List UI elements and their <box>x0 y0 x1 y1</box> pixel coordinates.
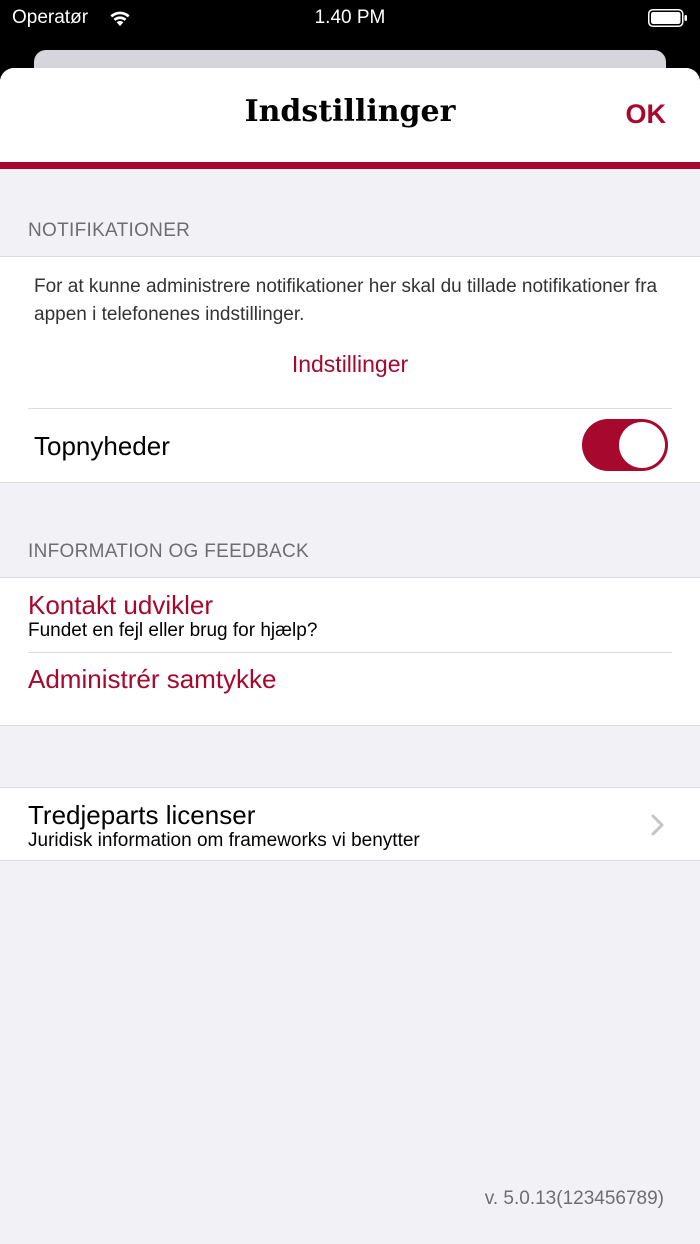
clock: 1.40 PM <box>314 7 386 28</box>
divider <box>28 408 672 409</box>
contact-developer-subtitle: Fundet en fejl eller brug for hjælp? <box>28 620 318 641</box>
settings-sheet: Indstillinger OK NOTIFIKATIONER For at k… <box>0 68 700 1244</box>
top-news-label: Topnyheder <box>34 431 170 461</box>
section-header-notifications: NOTIFIKATIONER <box>28 220 191 241</box>
status-bar: Operatør 1.40 PM <box>0 0 700 40</box>
ok-button[interactable]: OK <box>626 99 667 130</box>
chevron-right-icon <box>651 814 664 836</box>
section-header-info-feedback: INFORMATION OG FEEDBACK <box>28 541 310 562</box>
page-title: Indstillinger <box>244 94 456 129</box>
info-feedback-group: Kontakt udvikler Fundet en fejl eller br… <box>0 577 700 726</box>
app-version: v. 5.0.13(123456789) <box>484 1188 664 1209</box>
notifications-info-text: For at kunne administrere notifikationer… <box>34 276 658 325</box>
contact-developer-title: Kontakt udvikler <box>28 590 213 620</box>
accent-divider <box>0 162 700 169</box>
top-news-toggle[interactable] <box>582 419 668 471</box>
toggle-knob <box>619 422 665 468</box>
battery-icon <box>648 9 687 27</box>
licenses-title: Tredjeparts licenser <box>28 800 256 830</box>
contact-developer-row[interactable]: Kontakt udvikler Fundet en fejl eller br… <box>0 578 700 652</box>
manage-consent-title: Administrér samtykke <box>28 664 277 694</box>
licenses-subtitle: Juridisk information om frameworks vi be… <box>28 830 420 851</box>
notifications-group: For at kunne administrere notifikationer… <box>0 256 700 483</box>
open-settings-link[interactable]: Indstillinger <box>0 351 700 378</box>
navigation-bar: Indstillinger OK <box>0 68 700 162</box>
manage-consent-row[interactable]: Administrér samtykke <box>0 653 700 725</box>
third-party-licenses-row[interactable]: Tredjeparts licenser Juridisk informatio… <box>0 787 700 861</box>
